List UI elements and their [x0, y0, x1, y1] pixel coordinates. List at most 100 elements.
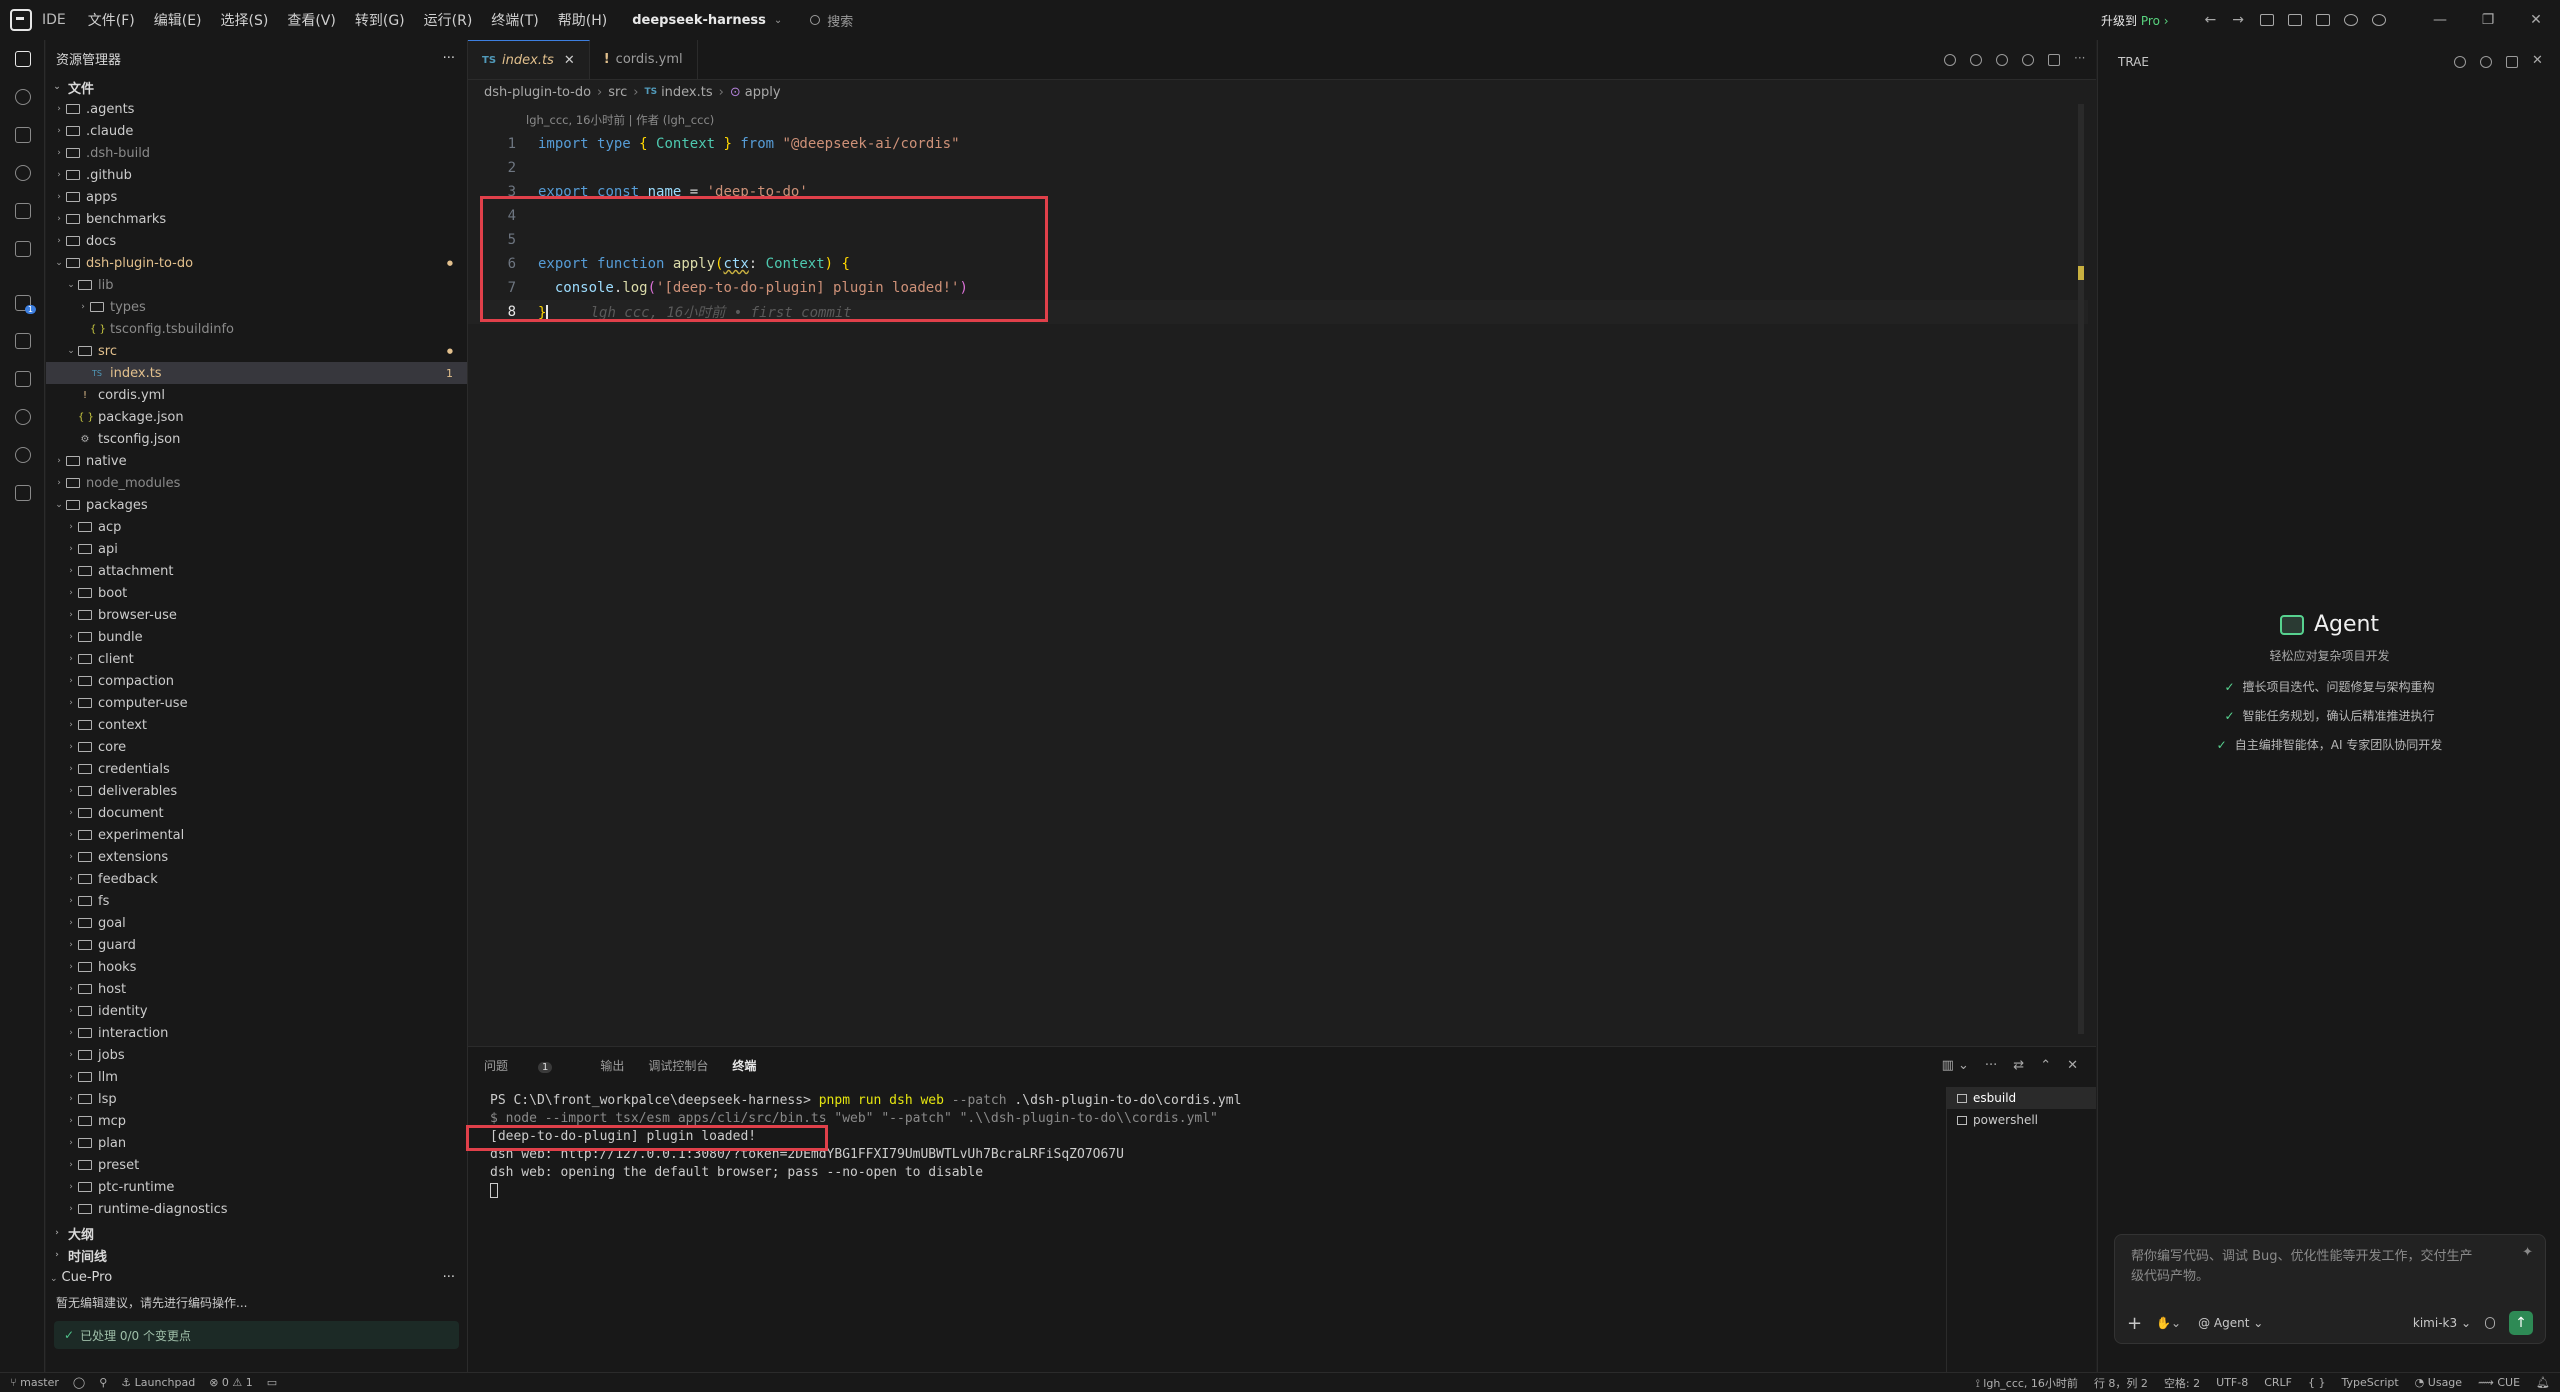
previous-change-icon[interactable]	[1970, 53, 1982, 66]
notifications-bell-icon[interactable]: 🔔︎	[2536, 1376, 2550, 1389]
language-braces[interactable]: { }	[2308, 1376, 2326, 1389]
explorer-activity[interactable]	[0, 40, 45, 78]
terminal-output[interactable]: PS C:\D\front_workpalce\deepseek-harness…	[466, 1087, 1946, 1373]
forward-arrow-icon[interactable]: →	[2232, 12, 2244, 28]
tab-output[interactable]: 输出	[600, 1057, 624, 1074]
tree-item[interactable]: › interaction	[46, 1022, 467, 1044]
tree-item[interactable]: › computer-use	[46, 692, 467, 714]
usage-indicator[interactable]: ◔ Usage	[2415, 1376, 2462, 1389]
new-chat-icon[interactable]	[2454, 56, 2466, 68]
breadcrumb-file[interactable]: index.ts	[661, 85, 713, 100]
tree-item[interactable]: › runtime-diagnostics	[46, 1198, 467, 1220]
more-actions-icon[interactable]: ···	[2074, 52, 2086, 66]
history-icon[interactable]	[2480, 56, 2492, 68]
cursor-position[interactable]: 行 8，列 2	[2094, 1375, 2148, 1391]
agents-activity[interactable]	[0, 436, 45, 474]
account-icon[interactable]	[2372, 14, 2386, 26]
testing-activity[interactable]	[0, 322, 45, 360]
extensions-activity[interactable]: 1	[0, 284, 45, 322]
close-icon[interactable]: ✕	[2532, 54, 2544, 68]
tab-terminal[interactable]: 终端	[732, 1057, 756, 1074]
tree-item[interactable]: › lsp	[46, 1088, 467, 1110]
tree-item[interactable]: › llm	[46, 1066, 467, 1088]
tree-item[interactable]: › .github	[46, 164, 467, 186]
toggle-panel-icon[interactable]	[2288, 14, 2302, 26]
tree-item[interactable]: › host	[46, 978, 467, 1000]
tree-item[interactable]: › acp	[46, 516, 467, 538]
menu-terminal[interactable]: 终端(T)	[491, 10, 538, 30]
menu-help[interactable]: 帮助(H)	[558, 10, 607, 30]
breadcrumb-symbol[interactable]: apply	[745, 85, 781, 100]
tree-item[interactable]: › apps	[46, 186, 467, 208]
upgrade-button[interactable]: 升级到 Pro ›	[2101, 12, 2169, 29]
tree-item[interactable]: › feedback	[46, 868, 467, 890]
microphone-icon[interactable]	[2485, 1317, 2495, 1329]
tab-problems[interactable]: 问题 1	[484, 1057, 576, 1074]
more-actions-icon[interactable]: ···	[443, 1270, 455, 1285]
tree-item[interactable]: › fs	[46, 890, 467, 912]
add-context-icon[interactable]: +	[2127, 1313, 2142, 1334]
maximize-panel-icon[interactable]: ⌃	[2040, 1058, 2051, 1073]
breadcrumb-src[interactable]: src	[608, 85, 627, 100]
tree-item[interactable]: › compaction	[46, 670, 467, 692]
remote-icon[interactable]: ⚲	[99, 1376, 107, 1389]
tree-item[interactable]: › benchmarks	[46, 208, 467, 230]
run-icon[interactable]	[2022, 53, 2034, 66]
tree-item[interactable]: ⌄ lib	[46, 274, 467, 296]
terminal-item-esbuild[interactable]: esbuild	[1947, 1087, 2096, 1109]
sync-icon[interactable]: ◯	[73, 1376, 85, 1389]
close-tab-icon[interactable]: ✕	[564, 53, 575, 68]
toggle-terminal-list-icon[interactable]: ⇄	[2013, 1058, 2024, 1073]
close-window-button[interactable]: ✕	[2512, 12, 2560, 28]
settings-gear-icon[interactable]	[2344, 14, 2358, 26]
tree-item[interactable]: › docs	[46, 230, 467, 252]
menu-go[interactable]: 转到(G)	[355, 10, 405, 30]
tree-item[interactable]: › .claude	[46, 120, 467, 142]
tree-item[interactable]: › experimental	[46, 824, 467, 846]
menu-view[interactable]: 查看(V)	[287, 10, 336, 30]
packages-activity[interactable]	[0, 360, 45, 398]
enhance-prompt-icon[interactable]: ✦	[2522, 1245, 2533, 1260]
split-editor-icon[interactable]	[2048, 53, 2060, 66]
plugins-activity[interactable]	[0, 474, 45, 512]
tree-item[interactable]: › node_modules	[46, 472, 467, 494]
terminal-item-powershell[interactable]: powershell	[1947, 1109, 2096, 1131]
breadcrumb-folder[interactable]: dsh-plugin-to-do	[484, 85, 591, 100]
minimize-button[interactable]: —	[2416, 12, 2464, 28]
tree-item[interactable]: › attachment	[46, 560, 467, 582]
tree-item[interactable]: ⌄ src ●	[46, 340, 467, 362]
tree-item[interactable]: { } tsconfig.tsbuildinfo	[46, 318, 467, 340]
tree-item[interactable]: › api	[46, 538, 467, 560]
tree-item[interactable]: › identity	[46, 1000, 467, 1022]
split-terminal-icon[interactable]: ▥ ⌄	[1942, 1058, 1969, 1073]
toggle-sidebar-icon[interactable]	[2260, 14, 2274, 26]
command-search[interactable]: 搜索	[810, 11, 853, 30]
tree-item[interactable]: › extensions	[46, 846, 467, 868]
tree-item[interactable]: TS index.ts 1	[46, 362, 467, 384]
tree-item[interactable]: › core	[46, 736, 467, 758]
encoding[interactable]: UTF-8	[2216, 1376, 2248, 1389]
tree-item[interactable]: › client	[46, 648, 467, 670]
tree-item[interactable]: › jobs	[46, 1044, 467, 1066]
run-activity[interactable]	[0, 398, 45, 436]
pop-out-icon[interactable]	[2506, 56, 2518, 68]
preview-activity[interactable]	[0, 154, 45, 192]
tab-debug-console[interactable]: 调试控制台	[648, 1057, 708, 1074]
remote-activity[interactable]	[0, 230, 45, 268]
tree-item[interactable]: › .dsh-build	[46, 142, 467, 164]
project-switcher[interactable]: deepseek-harness	[632, 13, 766, 28]
outline-section-header[interactable]: › 大纲	[46, 1222, 94, 1244]
launchpad-button[interactable]: ⚓ Launchpad	[121, 1376, 195, 1389]
more-actions-icon[interactable]: ···	[1985, 1058, 1997, 1073]
history-icon[interactable]	[1944, 53, 1956, 66]
maximize-button[interactable]: ❐	[2464, 12, 2512, 28]
back-arrow-icon[interactable]: ←	[2205, 12, 2217, 28]
tree-item[interactable]: › plan	[46, 1132, 467, 1154]
editor-scrollbar[interactable]	[2078, 104, 2084, 1034]
tree-item[interactable]: › credentials	[46, 758, 467, 780]
tree-item[interactable]: › preset	[46, 1154, 467, 1176]
tree-item[interactable]: › document	[46, 802, 467, 824]
tree-item[interactable]: ⌄ dsh-plugin-to-do ●	[46, 252, 467, 274]
tab-index-ts[interactable]: TS index.ts ✕	[468, 40, 590, 79]
tree-item[interactable]: › native	[46, 450, 467, 472]
